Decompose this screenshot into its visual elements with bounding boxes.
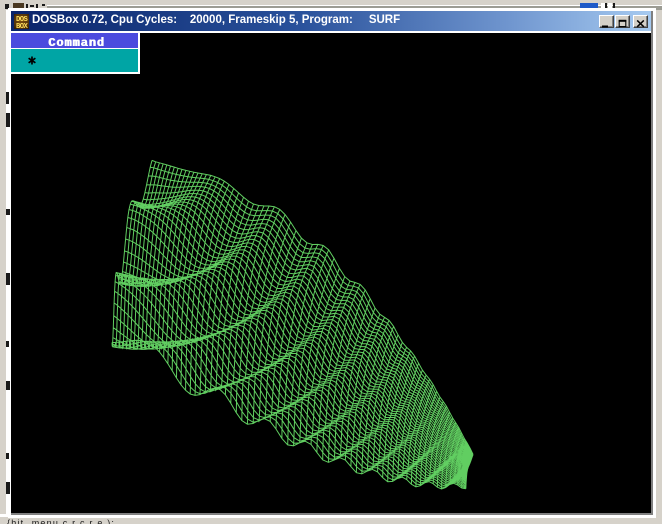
svg-text:BOX: BOX	[16, 23, 28, 29]
